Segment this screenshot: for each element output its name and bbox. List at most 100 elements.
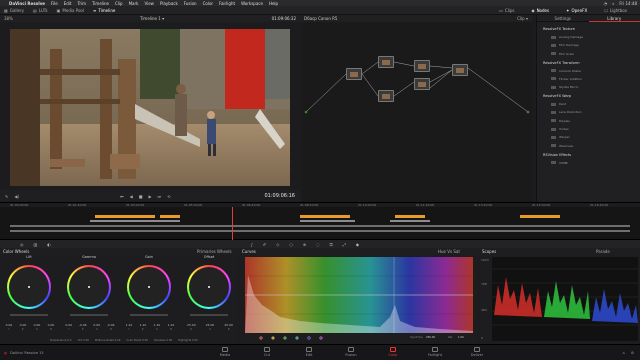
menu-color[interactable]: Color xyxy=(203,1,213,6)
home-icon[interactable]: ⌂ xyxy=(623,351,625,355)
gallery-button[interactable]: ▦ Gallery xyxy=(4,8,24,13)
page-cut[interactable]: Cut xyxy=(252,347,282,357)
fx-item[interactable]: VSMB xyxy=(551,161,640,165)
value-g[interactable]: 25.00 xyxy=(206,323,215,327)
bars-tool-icon[interactable]: ▥ xyxy=(34,242,38,247)
param-shadows[interactable]: Shadows 0.00 xyxy=(154,339,172,342)
menu-trim[interactable]: Trim xyxy=(77,1,86,6)
fx-item[interactable]: Vortex xyxy=(551,127,640,131)
scopes-mode[interactable]: Parade xyxy=(596,249,610,254)
tab-settings[interactable]: Settings xyxy=(537,16,589,21)
param-temperature[interactable]: Temperature 0.0 xyxy=(50,339,71,342)
menu-edit[interactable]: Edit xyxy=(64,1,72,6)
menu-help[interactable]: Help xyxy=(269,1,278,6)
page-fusion[interactable]: Fusion xyxy=(336,347,366,357)
node-02[interactable] xyxy=(378,56,394,68)
openfx-button[interactable]: ✦ OpenFX xyxy=(566,8,587,13)
wheel-puck[interactable] xyxy=(148,286,150,288)
page-fairlight[interactable]: Fairlight xyxy=(420,347,450,357)
app-menu[interactable]: DaVinci Resolve xyxy=(9,1,45,6)
search-icon[interactable]: ⌕ xyxy=(612,1,614,6)
menu-view[interactable]: View xyxy=(144,1,154,6)
param-midtone-detail[interactable]: Midtone Detail 0.00 xyxy=(95,339,121,342)
gain-master-slider[interactable] xyxy=(130,314,168,316)
gamma-wheel[interactable] xyxy=(67,265,111,309)
qualifier-tool-icon[interactable]: ◇ xyxy=(276,242,279,247)
lift-wheel[interactable] xyxy=(7,265,51,309)
value-b[interactable]: -0.04 xyxy=(107,323,115,327)
timeline-button[interactable]: ≡ Timeline xyxy=(93,8,115,13)
value-y[interactable]: 1.10 xyxy=(126,323,133,327)
value-r[interactable]: -0.06 xyxy=(79,323,87,327)
menu-timeline[interactable]: Timeline xyxy=(92,1,109,6)
loop-icon[interactable]: ⟲ xyxy=(167,194,170,199)
video-viewer[interactable] xyxy=(10,29,290,186)
offset-wheel[interactable] xyxy=(187,265,231,309)
fx-item[interactable]: Analog Damage xyxy=(551,35,640,39)
fx-item[interactable]: Lens Distortion xyxy=(551,110,640,114)
menu-clip[interactable]: Clip xyxy=(115,1,123,6)
go-end-button[interactable]: ⏭ xyxy=(158,194,162,199)
lightbox-button[interactable]: ☐ Lightbox xyxy=(604,8,627,13)
menu-fairlight[interactable]: Fairlight xyxy=(219,1,235,6)
node-03[interactable] xyxy=(414,60,430,72)
wheel-puck[interactable] xyxy=(28,286,30,288)
clips-button[interactable]: ▭ Clips xyxy=(499,8,514,13)
pencil-icon[interactable]: ✎ xyxy=(5,194,8,199)
value-r[interactable]: 25.00 xyxy=(187,323,196,327)
node-04[interactable] xyxy=(414,78,430,90)
hue-vs-sat-graph[interactable] xyxy=(240,255,478,344)
luts-button[interactable]: ▤ LUTs xyxy=(33,8,48,13)
wheel-puck[interactable] xyxy=(208,286,210,288)
value-y[interactable]: 0.00 xyxy=(65,323,72,327)
menu-file[interactable]: File xyxy=(51,1,58,6)
fx-item[interactable]: Warper xyxy=(551,135,640,139)
tab-library[interactable]: Library xyxy=(588,15,640,22)
fx-item[interactable]: Film Damage xyxy=(551,43,640,47)
menu-workspace[interactable]: Workspace xyxy=(241,1,263,6)
node-graph[interactable] xyxy=(302,22,532,202)
play-reverse-button[interactable]: ◀ xyxy=(130,194,133,199)
settings-icon[interactable]: ⚙ xyxy=(631,351,634,355)
window-tool-icon[interactable]: ○ xyxy=(289,242,293,247)
lift-master-slider[interactable] xyxy=(10,314,48,316)
offset-master-slider[interactable] xyxy=(190,314,228,316)
volume-icon[interactable]: ◀) xyxy=(14,194,19,199)
fx-item[interactable]: Stylize Mirror xyxy=(551,85,640,89)
3d-tool-icon[interactable]: ◆ xyxy=(356,242,359,247)
fx-item[interactable]: Ripples xyxy=(551,119,640,123)
value-g[interactable]: 0.00 xyxy=(34,323,41,327)
param-color-boost[interactable]: Color Boost 0.00 xyxy=(126,339,148,342)
page-edit[interactable]: Edit xyxy=(294,347,324,357)
param-highlights[interactable]: Highlights 0.00 xyxy=(178,339,198,342)
value-b[interactable]: 1.10 xyxy=(168,323,175,327)
node-05[interactable] xyxy=(378,90,394,102)
nodes-button[interactable]: ◈ Nodes xyxy=(531,8,549,13)
wheel-puck[interactable] xyxy=(88,286,90,288)
value-g[interactable]: 0.00 xyxy=(93,323,100,327)
play-button[interactable]: ▶ xyxy=(148,194,151,199)
gamma-master-slider[interactable] xyxy=(70,314,108,316)
fx-item[interactable]: Waviness xyxy=(551,144,640,148)
curves-mode[interactable]: Hue Vs Sat xyxy=(438,249,460,254)
node-mode-selector[interactable]: Clip ▾ xyxy=(517,16,528,21)
picker-tool-icon[interactable]: ✐ xyxy=(263,242,266,247)
fx-item[interactable]: Camera Shake xyxy=(551,69,640,73)
menu-mark[interactable]: Mark xyxy=(129,1,139,6)
curves-tool-icon[interactable]: ∫ xyxy=(251,242,253,247)
gain-wheel[interactable] xyxy=(127,265,171,309)
log-tool-icon[interactable]: ◐ xyxy=(47,242,51,247)
param-tint[interactable]: Tint 0.00 xyxy=(77,339,89,342)
value-g[interactable]: 1.10 xyxy=(154,323,161,327)
timeline-selector[interactable]: Timeline 1 ▾ xyxy=(140,16,164,21)
fx-item[interactable]: Film Grain xyxy=(551,52,640,56)
fx-item[interactable]: Dent xyxy=(551,102,640,106)
value-b[interactable]: 25.00 xyxy=(224,323,233,327)
media-pool-button[interactable]: ▣ Media Pool xyxy=(57,8,84,13)
tracker-tool-icon[interactable]: ⊕ xyxy=(303,242,306,247)
zoom-level[interactable]: 38% xyxy=(4,16,13,21)
fx-item[interactable]: Flicker Addition xyxy=(551,77,640,81)
blur-tool-icon[interactable]: ◌ xyxy=(316,242,320,247)
value-r[interactable]: 0.00 xyxy=(20,323,27,327)
wifi-icon[interactable]: ◔ xyxy=(604,1,608,6)
